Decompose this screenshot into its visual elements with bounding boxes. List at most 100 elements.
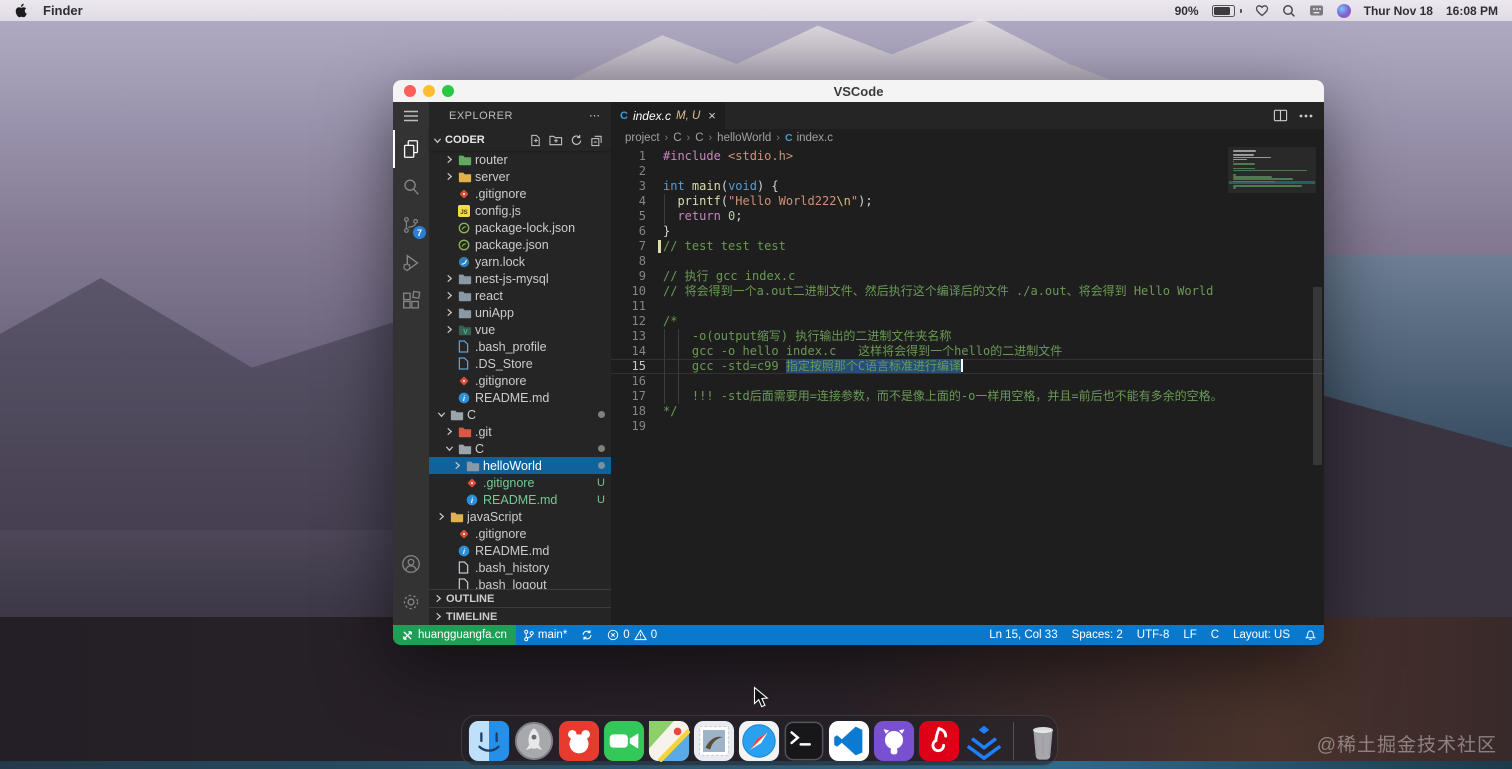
code-line-9[interactable]: 9// 执行 gcc index.c [611, 269, 1324, 284]
code-line-17[interactable]: 17 !!! -std后面需要用=连接参数，而不是像上面的-o一样用空格，并且=… [611, 389, 1324, 404]
activity-source-control-icon[interactable]: 7 [393, 206, 429, 244]
menu-date[interactable]: Thur Nov 18 [1364, 4, 1433, 18]
tree-item-README.md[interactable]: i README.md U [429, 491, 611, 508]
code-line-19[interactable]: 19 [611, 419, 1324, 434]
dock-facetime-icon[interactable] [603, 718, 645, 763]
tree-item-.git[interactable]: .git [429, 423, 611, 440]
tree-item-helloWorld[interactable]: helloWorld [429, 457, 611, 474]
tree-item-.gitignore[interactable]: .gitignore [429, 525, 611, 542]
status-item-1[interactable]: Spaces: 2 [1065, 625, 1130, 645]
menu-hamburger-icon[interactable] [393, 102, 429, 130]
tree-item-javaScript[interactable]: javaScript [429, 508, 611, 525]
dock-juejin-icon[interactable] [963, 718, 1005, 763]
new-folder-icon[interactable] [549, 134, 563, 147]
activity-explorer-icon[interactable] [393, 130, 429, 168]
tree-item-server[interactable]: server [429, 168, 611, 185]
notifications-bell-icon[interactable] [1297, 625, 1324, 645]
new-file-icon[interactable] [529, 134, 542, 147]
apple-menu-icon[interactable] [14, 3, 27, 18]
timeline-section[interactable]: TIMELINE [429, 607, 611, 625]
tree-item-.bash_profile[interactable]: .bash_profile [429, 338, 611, 355]
editor-scrollbar[interactable] [1313, 287, 1322, 465]
breadcrumb-item[interactable]: project [625, 132, 660, 144]
remote-indicator[interactable]: huangguangfa.cn [393, 625, 516, 645]
dock-safari-icon[interactable] [738, 718, 780, 763]
tab-index-c[interactable]: C index.c M, U × [611, 102, 725, 129]
dock-vscode-icon[interactable] [828, 718, 870, 763]
maximize-window-button[interactable] [442, 85, 454, 97]
dock-terminal-icon[interactable] [783, 718, 825, 763]
collapse-all-icon[interactable] [590, 134, 603, 147]
code-line-11[interactable]: 11 [611, 299, 1324, 314]
window-titlebar[interactable]: VSCode [393, 80, 1324, 102]
dock-launchpad-icon[interactable] [513, 718, 555, 763]
dock-maps-icon[interactable] [648, 718, 690, 763]
dock-mail-icon[interactable] [693, 718, 735, 763]
activity-run-debug-icon[interactable] [393, 244, 429, 282]
tree-item-router[interactable]: router [429, 151, 611, 168]
git-branch-indicator[interactable]: main* [516, 625, 574, 645]
activity-account-icon[interactable] [393, 545, 429, 583]
outline-section[interactable]: OUTLINE [429, 589, 611, 607]
status-item-0[interactable]: Ln 15, Col 33 [982, 625, 1064, 645]
tree-item-package-lock.json[interactable]: package-lock.json [429, 219, 611, 236]
dock-github-icon[interactable] [873, 718, 915, 763]
tree-item-.DS_Store[interactable]: .DS_Store [429, 355, 611, 372]
activity-search-icon[interactable] [393, 168, 429, 206]
status-item-2[interactable]: UTF-8 [1130, 625, 1177, 645]
code-line-13[interactable]: 13 -o(output缩写) 执行输出的二进制文件夹名称 [611, 329, 1324, 344]
code-line-14[interactable]: 14 gcc -o hello index.c 这样将会得到一个hello的二进… [611, 344, 1324, 359]
code-line-3[interactable]: 3 int main(void) { [611, 179, 1324, 194]
dock-finder-icon[interactable] [468, 718, 510, 763]
breadcrumb-file[interactable]: index.c [797, 132, 833, 144]
input-source-icon[interactable] [1309, 4, 1324, 17]
code-line-4[interactable]: 4 printf("Hello World222\n"); [611, 194, 1324, 209]
tree-item-config.js[interactable]: JS config.js [429, 202, 611, 219]
status-item-3[interactable]: LF [1176, 625, 1203, 645]
menu-time[interactable]: 16:08 PM [1446, 4, 1498, 18]
tree-item-README.md[interactable]: i README.md [429, 542, 611, 559]
breadcrumb-item[interactable]: C [695, 132, 703, 144]
code-editor[interactable]: 1 #include <stdio.h> 2 3 int main(void) {4 p… [611, 147, 1324, 625]
status-item-5[interactable]: Layout: US [1226, 625, 1297, 645]
tree-item-.bash_history[interactable]: .bash_history [429, 559, 611, 576]
code-line-10[interactable]: 10// 将会得到一个a.out二进制文件、然后执行这个编译后的文件 ./a.o… [611, 284, 1324, 299]
code-line-12[interactable]: 12/* [611, 314, 1324, 329]
code-line-6[interactable]: 6} [611, 224, 1324, 239]
sync-icon[interactable] [574, 625, 600, 645]
breadcrumb-item[interactable]: helloWorld [717, 132, 771, 144]
sidebar-more-actions-icon[interactable]: ⋯ [589, 109, 601, 122]
activity-settings-icon[interactable] [393, 583, 429, 621]
dock-trash-icon[interactable] [1022, 718, 1064, 763]
dock-bear-icon[interactable] [558, 718, 600, 763]
tree-item-C[interactable]: C [429, 406, 611, 423]
code-line-2[interactable]: 2 [611, 164, 1324, 179]
code-line-5[interactable]: 5 return 0; [611, 209, 1324, 224]
heart-icon[interactable] [1255, 4, 1269, 17]
tree-item-yarn.lock[interactable]: yarn.lock [429, 253, 611, 270]
status-item-4[interactable]: C [1204, 625, 1226, 645]
tree-section-header[interactable]: CODER [429, 129, 611, 151]
minimap[interactable] [1229, 150, 1315, 192]
tree-item-.gitignore[interactable]: .gitignore [429, 372, 611, 389]
code-line-1[interactable]: 1 #include <stdio.h> [611, 149, 1324, 164]
search-icon[interactable] [1282, 4, 1296, 18]
tree-item-uniApp[interactable]: uniApp [429, 304, 611, 321]
refresh-icon[interactable] [570, 134, 583, 147]
siri-icon[interactable] [1336, 3, 1351, 18]
code-line-8[interactable]: 8 [611, 254, 1324, 269]
tree-item-README.md[interactable]: i README.md [429, 389, 611, 406]
editor-more-actions-icon[interactable] [1299, 114, 1313, 118]
code-line-16[interactable]: 16 [611, 374, 1324, 389]
code-line-18[interactable]: 18 */ [611, 404, 1324, 419]
battery-icon[interactable] [1211, 4, 1242, 17]
activity-extensions-icon[interactable] [393, 282, 429, 320]
tree-item-package.json[interactable]: package.json [429, 236, 611, 253]
tree-item-.gitignore[interactable]: .gitignore U [429, 474, 611, 491]
tree-item-.gitignore[interactable]: .gitignore [429, 185, 611, 202]
close-window-button[interactable] [404, 85, 416, 97]
code-line-7[interactable]: 7// test test test [611, 239, 1324, 254]
tree-item-nest-js-mysql[interactable]: nest-js-mysql [429, 270, 611, 287]
tree-item-C[interactable]: C [429, 440, 611, 457]
dock-netease-music-icon[interactable] [918, 718, 960, 763]
